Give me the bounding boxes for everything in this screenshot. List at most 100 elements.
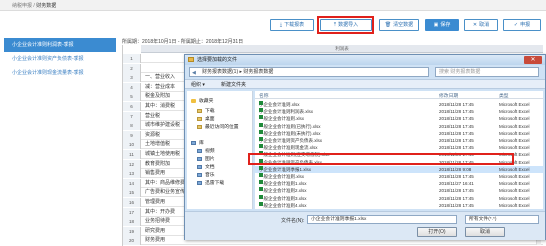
column-type[interactable]: 类型 (499, 92, 509, 99)
file-row[interactable]: 一般企业会计准则1.xlsx 2018/11/27 16:41 Microsoft … (255, 180, 543, 187)
file-row[interactable]: 一般企业会计准则(未执行).xlsx 2018/11/28 17:45 Micros… (255, 129, 543, 137)
file-name-cell: 一般企业会计准则(未执行).xlsx (259, 129, 321, 137)
folder-icon (197, 124, 202, 129)
tree-item[interactable]: 音乐 (197, 171, 215, 178)
dialog-cancel-button[interactable]: 取消 (465, 227, 505, 237)
breadcrumb-root[interactable]: 纳税申报 (12, 3, 32, 9)
tree-item[interactable]: 下载 (197, 107, 215, 114)
row-number: 17 (123, 207, 141, 217)
file-name: 一般企业会计准则2.xlsx (259, 188, 307, 194)
file-name: 小企业会计准则资产负债表.xlsx (259, 138, 322, 143)
file-row[interactable]: 小企业会计准则资产负债表.xlsx 2018/11/28 17:45 Microso… (255, 137, 543, 144)
excel-file-icon (259, 129, 263, 134)
file-row[interactable]: 一般企业会计准则2.xlsx 2018/11/28 17:45 Microsoft … (255, 187, 543, 194)
file-row[interactable]: 小企业会计准则季报1.xlsx 2018/11/28 9:08 Microsoft … (255, 165, 543, 173)
file-row[interactable]: 一般企业会计准则.xlsx 2018/11/28 17:45 Microsoft E… (255, 173, 543, 180)
dialog-title-bar[interactable]: 选择要加载的文件 ✕ (185, 55, 545, 65)
tree-item-label: 最近访问的位置 (205, 125, 239, 130)
sidebar-item-income-statement[interactable]: 小企业会计准则利润表-季报 (4, 38, 116, 52)
file-row[interactable]: 一般企业会计准则(已执行).xlsx 2018/11/28 17:45 Micros… (255, 122, 543, 130)
file-name-cell: 小企业会计准则季报1.xlsx (259, 165, 311, 173)
file-type: Microsoft Excel (499, 188, 530, 194)
report-sidebar: 小企业会计准则利润表-季报 小企业会计准则资产负债表-季报 小企业会计准则现金流… (4, 38, 116, 80)
filename-input[interactable]: 小企业会计准则季报1.xlsx (307, 215, 457, 224)
new-folder-button[interactable]: 新建文件夹 (221, 81, 246, 89)
file-type: Microsoft Excel (499, 102, 530, 107)
folder-icon (197, 116, 202, 121)
tree-item-label: 库 (199, 141, 204, 146)
file-type: Microsoft Excel (499, 166, 530, 172)
excel-file-icon (259, 180, 263, 185)
file-row[interactable]: 一般企业会计准则.xlsx 2018/11/28 17:45 Microsoft E… (255, 115, 543, 122)
file-date: 2018/11/28 17:45 (439, 138, 474, 143)
row-number: 19 (123, 226, 141, 236)
tree-item-label: 迅雷下载 (205, 181, 225, 186)
excel-file-icon (259, 165, 263, 170)
back-icon[interactable]: ◀ (192, 69, 196, 77)
file-name: 一般企业会计准则1.xlsx (259, 181, 307, 187)
row-number: 3 (123, 73, 141, 83)
excel-file-icon (259, 187, 263, 192)
row-label: 其中：商品维修费 (145, 179, 186, 186)
file-type: Microsoft Excel (499, 116, 530, 122)
tree-item[interactable]: 图片 (197, 155, 215, 162)
tree-item[interactable]: 库 (191, 139, 204, 146)
file-row[interactable]: 一般企业会计准则现金流.xlsx 2018/11/28 17:45 Microsof… (255, 144, 543, 151)
file-date: 2018/11/28 17:45 (439, 145, 474, 151)
row-label: 土地增值税 (145, 141, 171, 148)
row-label: 减：营业成本 (145, 83, 176, 90)
file-date: 2018/11/28 17:45 (439, 116, 474, 122)
tree-item[interactable]: 迅雷下载 (197, 179, 224, 186)
file-type: Microsoft Excel (499, 145, 530, 151)
file-name-cell: 一般企业会计准则4.xlsx (259, 201, 307, 209)
row-label: 业务招待费 (145, 218, 171, 225)
dialog-search-input[interactable]: 搜索 财务报表数据 (435, 67, 539, 77)
row-number: 1 (123, 54, 141, 63)
file-date: 2018/11/28 17:45 (439, 174, 474, 179)
check-icon: ✓ (513, 22, 519, 28)
filetype-select[interactable]: 所有文件(*.*) (465, 215, 539, 224)
file-name-cell: 小企业会计准则.xlsx (259, 101, 300, 108)
dialog-command-bar: 组织 ▾ 新建文件夹 (185, 79, 545, 89)
row-label: 管理费用 (145, 199, 166, 205)
import-highlight-box (317, 16, 374, 34)
lib-icon (197, 164, 202, 169)
file-type: Microsoft Excel (499, 123, 530, 129)
sidebar-item-cash-flow[interactable]: 小企业会计准则现金流量表-季报 (4, 66, 116, 80)
file-open-dialog: 选择要加载的文件 ✕ ◀ 财务报表数据(1) ▸ 财务报表数据 搜索 财务报表数… (184, 54, 546, 240)
cancel-button[interactable]: ✕ 取消 (464, 19, 498, 31)
file-date: 2018/11/28 17:45 (439, 188, 474, 194)
column-date[interactable]: 修改日期 (439, 92, 458, 99)
address-bar[interactable]: ◀ 财务报表数据(1) ▸ 财务报表数据 (189, 67, 429, 77)
file-name-cell: 一般企业会计准则3.xlsx (259, 194, 307, 202)
trash-icon: 🗑 (384, 22, 392, 28)
tree-item[interactable]: 最近访问的位置 (197, 123, 239, 130)
file-row[interactable]: 一般企业会计准则3.xlsx 2018/11/28 17:45 Microsoft … (255, 194, 543, 202)
tree-item[interactable]: 文档 (197, 163, 215, 170)
sidebar-item-balance-sheet[interactable]: 小企业会计准则资产负债表-季报 (4, 52, 116, 66)
dialog-close-button[interactable]: ✕ (524, 56, 542, 64)
file-row[interactable]: 小企业会计准则利润表.xlsx 2018/11/28 17:45 Microsoft… (255, 108, 543, 115)
tree-item[interactable]: 桌面 (197, 115, 215, 122)
file-name-cell: 小企业会计准则利润表.xlsx (259, 108, 313, 115)
lib-icon (197, 148, 202, 153)
lib-icon (197, 180, 202, 185)
file-row[interactable]: 小企业会计准则.xlsx 2018/11/28 17:45 Microsoft Ex… (255, 101, 543, 108)
file-type: Microsoft Excel (499, 109, 530, 115)
column-name[interactable]: 名称 (259, 92, 269, 99)
file-list-header: 名称 修改日期 类型 (255, 91, 543, 99)
tree-item[interactable]: 视频 (197, 147, 215, 154)
tree-item[interactable]: 收藏夹 (191, 97, 213, 104)
file-name: 一般企业会计准则(未执行).xlsx (259, 130, 321, 136)
row-number: 11 (123, 150, 141, 159)
clear-data-button[interactable]: 🗑 清空数据 (379, 19, 419, 31)
download-template-button[interactable]: ⤓ 下载报表 (270, 19, 314, 31)
organize-button[interactable]: 组织 ▾ (191, 81, 205, 89)
open-button[interactable]: 打开(O) (417, 227, 457, 237)
file-row[interactable]: 一般企业会计准则4.xlsx 2018/11/28 17:45 Microsoft … (255, 201, 543, 209)
save-button[interactable]: ▣ 保存 (425, 19, 459, 31)
file-name-cell: 一般企业会计准则.xlsx (259, 115, 304, 122)
file-date: 2018/11/28 9:08 (439, 166, 472, 172)
declare-button[interactable]: ✓ 申报 (503, 19, 541, 31)
row-label: 其中：消费税 (145, 103, 176, 109)
